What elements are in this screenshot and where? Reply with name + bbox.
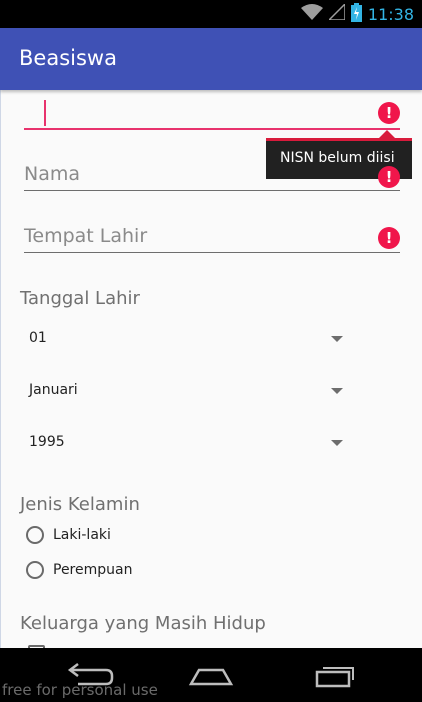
app-bar: Beasiswa [0,28,422,90]
keluarga-label: Keluarga yang Masih Hidup [20,613,266,634]
day-spinner[interactable]: 01 [29,324,349,354]
month-value: Januari [29,382,78,398]
error-icon: ! [378,102,400,124]
year-spinner[interactable]: 1995 [29,428,349,458]
signal-icon [327,2,346,24]
app-title: Beasiswa [19,46,117,70]
radio-label: Laki-laki [53,527,111,543]
tempat-lahir-hint: Tempat Lahir [24,225,148,247]
radio-perempuan[interactable]: Perempuan [26,558,132,582]
jenis-kelamin-label: Jenis Kelamin [20,494,140,515]
form-content: ! NISN belum diisi Nama ! Tempat Lahir !… [0,90,422,648]
nisn-underline [24,128,400,130]
recents-icon [305,667,365,696]
nama-hint: Nama [24,163,81,185]
error-icon: ! [378,166,400,188]
nama-underline [24,190,400,191]
month-spinner[interactable]: Januari [29,376,349,406]
day-value: 01 [29,330,47,346]
tanggal-lahir-label: Tanggal Lahir [20,288,140,309]
text-cursor [44,100,46,126]
status-time: 11:38 [367,4,414,24]
dropdown-arrow-icon [331,440,343,446]
status-bar: 11:38 [0,0,422,28]
battery-charging-icon [350,2,362,26]
dropdown-arrow-icon [331,388,343,394]
error-icon: ! [378,227,400,249]
radio-circle [26,526,44,544]
home-icon [181,668,241,696]
recents-button[interactable] [305,658,365,692]
radio-laki-laki[interactable]: Laki-laki [26,523,111,547]
year-value: 1995 [29,434,65,450]
error-popup-arrow [379,130,395,138]
radio-circle [26,561,44,579]
tempat-lahir-underline [24,252,400,253]
home-button[interactable] [181,658,241,692]
wifi-icon [300,4,323,24]
radio-label: Perempuan [53,562,133,578]
watermark: free for personal use [2,681,158,699]
dropdown-arrow-icon [331,336,343,342]
